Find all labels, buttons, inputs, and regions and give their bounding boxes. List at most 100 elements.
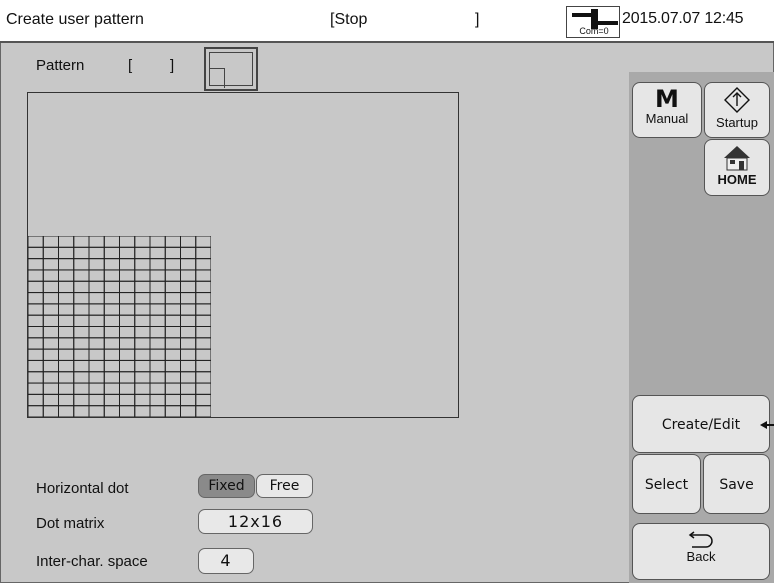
dot-cell[interactable] bbox=[103, 303, 120, 316]
dot-cell[interactable] bbox=[195, 303, 211, 316]
dot-cell[interactable] bbox=[180, 292, 197, 305]
dot-cell[interactable] bbox=[134, 303, 151, 316]
free-button[interactable]: Free bbox=[256, 474, 313, 498]
dot-cell[interactable] bbox=[73, 393, 90, 407]
dot-cell[interactable] bbox=[134, 258, 151, 271]
dot-cell[interactable] bbox=[42, 314, 59, 328]
dot-cell[interactable] bbox=[58, 326, 75, 339]
dot-cell[interactable] bbox=[42, 393, 59, 407]
dot-cell[interactable] bbox=[73, 382, 90, 395]
dot-cell[interactable] bbox=[180, 280, 197, 294]
dot-cell[interactable] bbox=[73, 246, 90, 260]
dot-cell[interactable] bbox=[42, 236, 59, 248]
dot-cell[interactable] bbox=[73, 303, 90, 316]
dot-cell[interactable] bbox=[28, 382, 44, 395]
dot-cell[interactable] bbox=[88, 371, 105, 384]
dot-cell[interactable] bbox=[195, 382, 211, 395]
dot-cell[interactable] bbox=[58, 280, 75, 294]
dot-cell[interactable] bbox=[134, 269, 151, 282]
dot-cell[interactable] bbox=[28, 292, 44, 305]
dot-cell[interactable] bbox=[149, 292, 166, 305]
dot-cell[interactable] bbox=[119, 371, 136, 384]
dot-cell[interactable] bbox=[28, 258, 44, 271]
dot-cell[interactable] bbox=[58, 258, 75, 271]
dot-cell[interactable] bbox=[164, 337, 181, 350]
dot-cell[interactable] bbox=[103, 269, 120, 282]
dot-cell[interactable] bbox=[164, 371, 181, 384]
dot-cell[interactable] bbox=[180, 371, 197, 384]
dot-cell[interactable] bbox=[195, 269, 211, 282]
dot-cell[interactable] bbox=[28, 326, 44, 339]
dot-cell[interactable] bbox=[149, 405, 166, 417]
dot-cell[interactable] bbox=[149, 393, 166, 407]
dot-cell[interactable] bbox=[164, 246, 181, 260]
dot-cell[interactable] bbox=[58, 382, 75, 395]
dot-cell[interactable] bbox=[119, 258, 136, 271]
dot-cell[interactable] bbox=[164, 326, 181, 339]
dot-cell[interactable] bbox=[119, 359, 136, 373]
dot-cell[interactable] bbox=[88, 348, 105, 361]
dot-cell[interactable] bbox=[42, 326, 59, 339]
dot-cell[interactable] bbox=[103, 348, 120, 361]
dot-cell[interactable] bbox=[42, 371, 59, 384]
dot-cell[interactable] bbox=[134, 405, 151, 417]
dot-cell[interactable] bbox=[28, 371, 44, 384]
dot-cell[interactable] bbox=[164, 292, 181, 305]
dot-cell[interactable] bbox=[119, 236, 136, 248]
dot-cell[interactable] bbox=[58, 371, 75, 384]
dot-cell[interactable] bbox=[195, 258, 211, 271]
dot-cell[interactable] bbox=[103, 314, 120, 328]
dot-cell[interactable] bbox=[58, 348, 75, 361]
dot-cell[interactable] bbox=[73, 348, 90, 361]
dot-cell[interactable] bbox=[149, 258, 166, 271]
dot-cell[interactable] bbox=[58, 236, 75, 248]
dot-cell[interactable] bbox=[180, 382, 197, 395]
dot-cell[interactable] bbox=[195, 393, 211, 407]
dot-cell[interactable] bbox=[164, 382, 181, 395]
dot-cell[interactable] bbox=[119, 292, 136, 305]
dot-cell[interactable] bbox=[134, 326, 151, 339]
pattern-canvas[interactable] bbox=[27, 92, 459, 418]
inter-char-space-value[interactable]: 4 bbox=[198, 548, 254, 574]
dot-cell[interactable] bbox=[134, 292, 151, 305]
dot-cell[interactable] bbox=[164, 258, 181, 271]
dot-cell[interactable] bbox=[180, 405, 197, 417]
dot-cell[interactable] bbox=[149, 382, 166, 395]
dot-cell[interactable] bbox=[195, 292, 211, 305]
dot-cell[interactable] bbox=[28, 348, 44, 361]
dot-cell[interactable] bbox=[28, 280, 44, 294]
dot-cell[interactable] bbox=[134, 371, 151, 384]
save-button[interactable]: Save bbox=[703, 454, 770, 514]
dot-cell[interactable] bbox=[73, 292, 90, 305]
dot-cell[interactable] bbox=[58, 405, 75, 417]
dot-cell[interactable] bbox=[149, 314, 166, 328]
dot-cell[interactable] bbox=[58, 337, 75, 350]
dot-matrix-value[interactable]: 12x16 bbox=[198, 509, 313, 534]
dot-cell[interactable] bbox=[119, 246, 136, 260]
home-button[interactable]: HOME bbox=[704, 139, 770, 196]
dot-cell[interactable] bbox=[88, 246, 105, 260]
dot-cell[interactable] bbox=[88, 382, 105, 395]
dot-cell[interactable] bbox=[28, 405, 44, 417]
dot-cell[interactable] bbox=[119, 303, 136, 316]
dot-cell[interactable] bbox=[88, 359, 105, 373]
dot-cell[interactable] bbox=[28, 337, 44, 350]
dot-cell[interactable] bbox=[103, 326, 120, 339]
dot-cell[interactable] bbox=[164, 359, 181, 373]
dot-cell[interactable] bbox=[28, 269, 44, 282]
dot-cell[interactable] bbox=[58, 246, 75, 260]
dot-cell[interactable] bbox=[134, 236, 151, 248]
dot-cell[interactable] bbox=[164, 236, 181, 248]
dot-cell[interactable] bbox=[180, 246, 197, 260]
dot-cell[interactable] bbox=[42, 348, 59, 361]
dot-cell[interactable] bbox=[119, 337, 136, 350]
dot-cell[interactable] bbox=[149, 337, 166, 350]
dot-cell[interactable] bbox=[134, 359, 151, 373]
dot-cell[interactable] bbox=[58, 314, 75, 328]
dot-cell[interactable] bbox=[42, 258, 59, 271]
dot-cell[interactable] bbox=[28, 359, 44, 373]
dot-cell[interactable] bbox=[149, 246, 166, 260]
dot-cell[interactable] bbox=[58, 303, 75, 316]
back-button[interactable]: Back bbox=[632, 523, 770, 580]
startup-button[interactable]: Startup bbox=[704, 82, 770, 138]
